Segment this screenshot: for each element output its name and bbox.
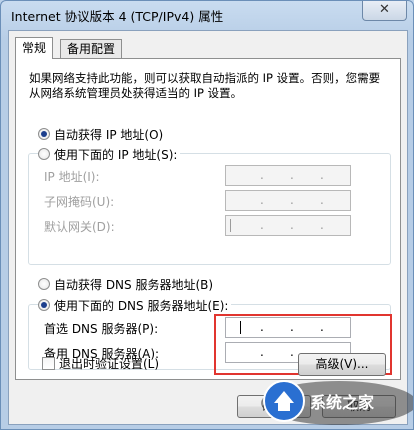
title-bar[interactable]: Internet 协议版本 4 (TCP/IPv4) 属性 ✕ (1, 1, 413, 29)
radio-indicator (38, 278, 50, 290)
preferred-dns-label: 首选 DNS 服务器(P): (44, 322, 159, 336)
radio-manual-dns[interactable]: 使用下面的 DNS 服务器地址(E): (38, 297, 232, 314)
description-text: 如果网络支持此功能，则可以获取自动指派的 IP 设置。否则，您需要从网络系统管理… (29, 71, 381, 100)
radio-manual-ip-label: 使用下面的 IP 地址(S): (54, 148, 178, 162)
ip-address-input[interactable]: ... (225, 165, 351, 186)
tab-general[interactable]: 常规 (15, 37, 54, 59)
radio-indicator-selected (38, 299, 50, 311)
radio-auto-ip-label: 自动获得 IP 地址(O) (54, 128, 164, 142)
watermark-logo: 系统之家 (261, 380, 413, 425)
window-title: Internet 协议版本 4 (TCP/IPv4) 属性 (11, 9, 224, 24)
general-panel: 如果网络支持此功能，则可以获取自动指派的 IP 设置。否则，您需要从网络系统管理… (15, 58, 401, 380)
close-icon: ✕ (379, 2, 390, 17)
checkbox-indicator (42, 357, 55, 370)
tab-alternate-config[interactable]: 备用配置 (60, 39, 123, 58)
subnet-mask-input[interactable]: ... (225, 190, 351, 211)
radio-manual-ip[interactable]: 使用下面的 IP 地址(S): (38, 146, 181, 163)
default-gateway-label: 默认网关(D): (44, 220, 115, 234)
validate-checkbox[interactable]: 退出时验证设置(L) (42, 355, 159, 372)
validate-label: 退出时验证设置(L) (59, 357, 160, 371)
radio-auto-dns-label: 自动获得 DNS 服务器地址(B) (54, 278, 214, 292)
radio-indicator-selected (38, 128, 50, 140)
dialog-client: 常规 备用配置 如果网络支持此功能，则可以获取自动指派的 IP 设置。否则，您需… (8, 30, 408, 425)
ip-address-label: IP 地址(I): (44, 170, 100, 184)
watermark-text: 系统之家 (310, 393, 375, 412)
radio-auto-dns[interactable]: 自动获得 DNS 服务器地址(B) (38, 276, 213, 293)
dialog-window: Internet 协议版本 4 (TCP/IPv4) 属性 ✕ 常规 备用配置 … (0, 0, 414, 430)
radio-auto-ip[interactable]: 自动获得 IP 地址(O) (38, 126, 163, 143)
radio-indicator (38, 148, 50, 160)
default-gateway-input[interactable]: ... (225, 215, 351, 236)
subnet-mask-label: 子网掩码(U): (44, 195, 115, 209)
radio-manual-dns-label: 使用下面的 DNS 服务器地址(E): (54, 299, 229, 313)
close-button[interactable]: ✕ (362, 1, 407, 21)
